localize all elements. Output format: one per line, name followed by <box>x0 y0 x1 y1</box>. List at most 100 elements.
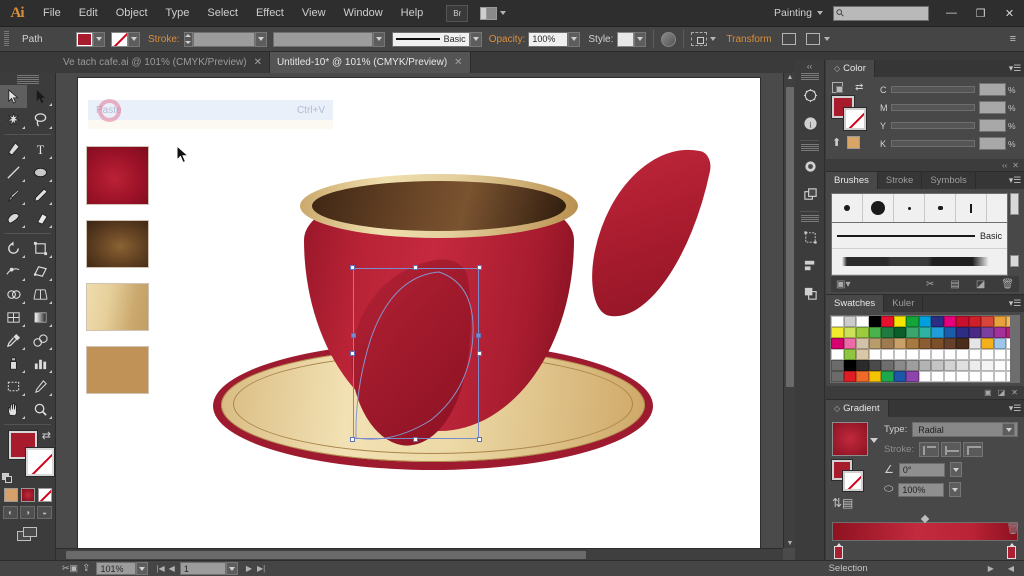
swatch-cell[interactable] <box>856 349 869 360</box>
swatch-cell[interactable] <box>993 338 1006 349</box>
swatch-cell[interactable] <box>931 371 944 382</box>
blend-tool[interactable] <box>27 329 54 352</box>
swatch-cell[interactable] <box>906 327 919 338</box>
swatch-cell[interactable] <box>918 327 931 338</box>
chevron-down-icon[interactable] <box>710 37 717 41</box>
share-icon[interactable]: ⇪ <box>82 563 90 574</box>
stroke-color-swatch[interactable] <box>111 31 128 47</box>
brown-radial-gradient-swatch[interactable] <box>86 220 149 268</box>
swatch-cell[interactable] <box>881 327 894 338</box>
brush-preset[interactable] <box>894 194 925 222</box>
swatch-cell[interactable] <box>968 327 981 338</box>
swatch-cell[interactable] <box>831 338 844 349</box>
blob-brush-tool[interactable] <box>0 207 27 230</box>
brush-libraries-icon[interactable]: ▣▾ <box>836 279 850 290</box>
previous-artboard-icon[interactable]: ◀ <box>169 564 175 573</box>
brush-list-item-charcoal[interactable] <box>832 249 1007 275</box>
canvas-vertical-scrollbar[interactable]: ▲ ▼ <box>783 73 795 548</box>
swatch-cell[interactable] <box>831 349 844 360</box>
swatch-cell[interactable] <box>968 316 981 327</box>
opacity-dropdown[interactable] <box>568 31 581 47</box>
swatch-cell[interactable] <box>993 327 1006 338</box>
brush-list-item-basic[interactable]: Basic <box>832 223 1007 249</box>
swatch-cell[interactable] <box>831 360 844 371</box>
swatch-cell[interactable] <box>943 360 956 371</box>
zoom-level-field[interactable]: 101% <box>96 562 137 575</box>
pencil-tool[interactable] <box>27 184 54 207</box>
swatch-cell[interactable] <box>881 338 894 349</box>
swatch-cell[interactable] <box>943 349 956 360</box>
swatch-cell[interactable] <box>906 371 919 382</box>
tab-brushes[interactable]: Brushes <box>826 172 878 189</box>
recolor-artwork-icon[interactable] <box>691 32 708 46</box>
direct-selection-tool[interactable] <box>27 85 54 108</box>
brush-preset[interactable] <box>832 194 863 222</box>
close-icon[interactable]: ✕ <box>454 57 462 68</box>
selection-bounding-box[interactable] <box>350 265 482 442</box>
tan-solid-swatch[interactable] <box>86 346 149 394</box>
stroke-weight-field[interactable] <box>192 31 255 47</box>
swatch-cell[interactable] <box>931 338 944 349</box>
opacity-mask-icon[interactable] <box>661 31 677 47</box>
gradient-tool[interactable] <box>27 306 54 329</box>
close-icon[interactable]: ✕ <box>254 57 262 68</box>
drawing-mode-inside-button[interactable]: ◒ <box>37 506 52 519</box>
new-swatch-icon[interactable]: ◪ <box>998 388 1006 397</box>
zoom-level-dropdown[interactable] <box>136 562 149 575</box>
swatch-cell[interactable] <box>831 371 844 382</box>
status-collapse-icon[interactable]: ◀ <box>1008 564 1014 573</box>
close-panel-icon[interactable]: ✕ <box>1012 161 1019 170</box>
gradient-stop-start[interactable] <box>834 543 843 559</box>
swatch-cell[interactable] <box>843 371 856 382</box>
next-artboard-icon[interactable]: ▶ <box>246 564 252 573</box>
fill-color-swatch[interactable] <box>76 31 93 47</box>
swatch-cell[interactable] <box>893 338 906 349</box>
swatch-cell[interactable] <box>868 371 881 382</box>
first-artboard-icon[interactable]: |◀ <box>156 564 164 573</box>
toolbox-grip[interactable] <box>16 75 39 84</box>
drawing-mode-normal-button[interactable]: ◐ <box>3 506 18 519</box>
selection-handle-mr[interactable] <box>477 350 482 356</box>
graphic-style-swatch[interactable] <box>617 31 635 47</box>
swatch-cell[interactable] <box>843 349 856 360</box>
stroke-weight-dropdown[interactable] <box>254 31 267 47</box>
swatch-cell[interactable] <box>931 360 944 371</box>
zoom-tool[interactable] <box>27 398 54 421</box>
swatch-cell[interactable] <box>981 338 994 349</box>
transparency-icon[interactable] <box>795 152 825 180</box>
swatch-cell[interactable] <box>868 349 881 360</box>
stroke-gradient-within-button[interactable] <box>919 442 940 457</box>
rotate-tool[interactable] <box>0 237 27 260</box>
workspace-switcher[interactable]: Painting <box>774 7 823 19</box>
swatch-cell[interactable] <box>993 349 1006 360</box>
artboard-number-dropdown[interactable] <box>225 562 238 575</box>
gradient-aspect-dropdown[interactable] <box>949 482 962 497</box>
control-bar-grip[interactable] <box>4 31 9 47</box>
swatch-cell[interactable] <box>893 349 906 360</box>
color-panel-menu-icon[interactable]: ▾☰ <box>1006 60 1024 77</box>
swatch-cell[interactable] <box>843 327 856 338</box>
artboard-tool[interactable] <box>0 375 27 398</box>
transform-link[interactable]: Transform <box>726 34 771 45</box>
artboard-number-field[interactable]: 1 <box>179 562 226 575</box>
black-value-field[interactable] <box>979 137 1006 150</box>
selection-anchor-right[interactable] <box>476 332 481 338</box>
tab-gradient[interactable]: ◇ Gradient <box>826 400 889 417</box>
swatch-cell[interactable] <box>893 360 906 371</box>
swatch-cell[interactable] <box>956 349 969 360</box>
slice-tool[interactable] <box>27 375 54 398</box>
brush-preset[interactable] <box>863 194 894 222</box>
swatch-cell[interactable] <box>993 360 1006 371</box>
swatch-cell[interactable] <box>931 349 944 360</box>
swatch-cell[interactable] <box>968 371 981 382</box>
yellow-value-field[interactable] <box>979 119 1006 132</box>
eraser-tool[interactable] <box>27 207 54 230</box>
color-panel-stroke-swatch[interactable] <box>843 107 867 131</box>
graphic-style-dropdown[interactable] <box>634 31 647 47</box>
swatch-libraries-icon[interactable]: ▣ <box>984 388 992 397</box>
navigator-icon[interactable] <box>795 81 825 109</box>
panel-group-grip[interactable] <box>800 215 819 222</box>
bridge-button[interactable]: Br <box>446 4 469 22</box>
swatch-cell[interactable] <box>956 338 969 349</box>
swatch-cell[interactable] <box>918 338 931 349</box>
